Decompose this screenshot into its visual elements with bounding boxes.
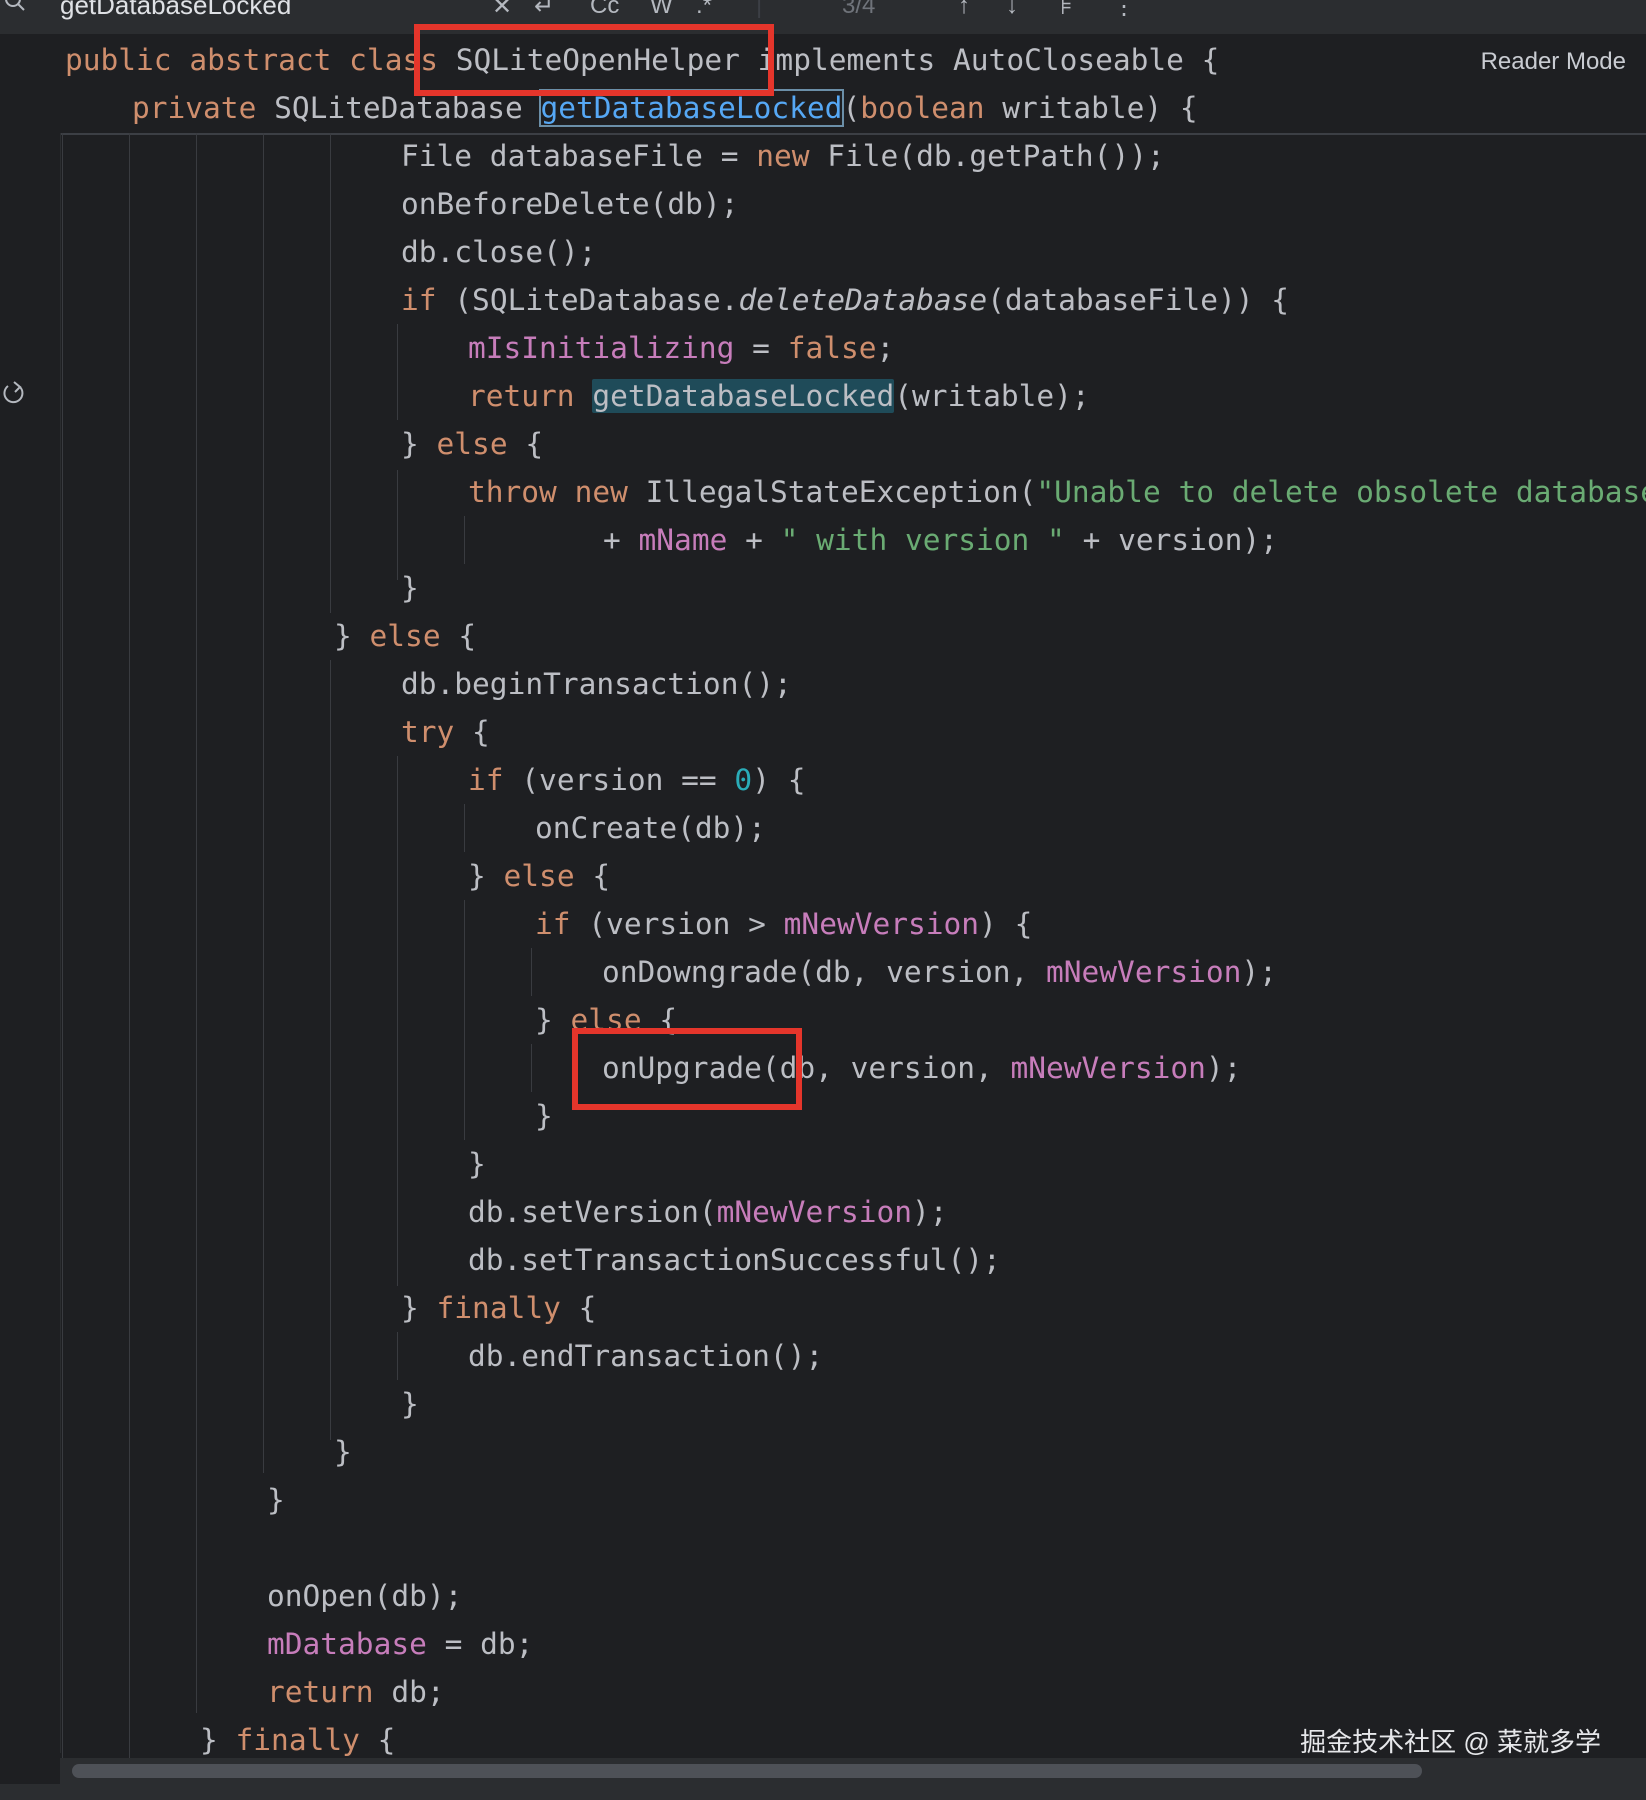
- toolbar-divider: |: [756, 0, 763, 19]
- search-input[interactable]: getDatabaseLocked: [60, 0, 291, 21]
- code-line: onBeforeDelete(db);: [401, 187, 739, 221]
- code-line: if (version == 0) {: [468, 763, 806, 797]
- code-line: db.setVersion(mNewVersion);: [468, 1195, 948, 1229]
- annotation-box-on-upgrade: [572, 1028, 802, 1110]
- method-paren: (: [842, 91, 861, 125]
- more-options-icon[interactable]: ⋮: [1112, 0, 1136, 21]
- clear-search-icon[interactable]: ✕: [492, 0, 512, 21]
- code-line: } else {: [468, 859, 611, 893]
- code-line: } finally {: [200, 1723, 396, 1757]
- code-line: return getDatabaseLocked(writable);: [468, 379, 1090, 413]
- indent-guide: [263, 133, 264, 1473]
- code-line: onDowngrade(db, version, mNewVersion);: [602, 955, 1277, 989]
- whole-word-toggle[interactable]: W: [650, 0, 673, 20]
- code-line: }: [535, 1099, 553, 1133]
- code-line: + mName + " with version " + version);: [603, 523, 1278, 557]
- indent-guide: [464, 900, 465, 1140]
- code-line: }: [401, 571, 419, 605]
- indent-guide: [531, 1044, 532, 1092]
- indent-guide: [196, 133, 197, 1713]
- indent-guide: [397, 470, 398, 580]
- search-icon[interactable]: [4, 0, 26, 12]
- filter-icon[interactable]: ⊧: [1060, 0, 1073, 21]
- indent-guide: [464, 804, 465, 852]
- code-line: }: [468, 1147, 486, 1181]
- indent-guide: [62, 133, 63, 1758]
- code-line: }: [267, 1483, 285, 1517]
- match-case-toggle[interactable]: Cc: [590, 0, 619, 20]
- next-match-icon[interactable]: ↓: [1006, 0, 1018, 20]
- code-line: db.beginTransaction();: [401, 667, 792, 701]
- indent-guide: [330, 133, 331, 613]
- reader-mode-button[interactable]: Reader Mode: [1481, 48, 1626, 76]
- scrollbar-thumb[interactable]: [72, 1764, 1422, 1778]
- code-line: db.endTransaction();: [468, 1339, 824, 1373]
- code-line: } else {: [334, 619, 477, 653]
- method-return-type: SQLiteDatabase: [256, 91, 541, 125]
- indent-guide: [464, 516, 465, 564]
- code-line: }: [401, 1387, 419, 1421]
- indent-guide: [129, 133, 130, 1758]
- param-type: boolean: [860, 91, 985, 125]
- code-line: if (SQLiteDatabase.deleteDatabase(databa…: [401, 283, 1290, 317]
- watermark: 掘金技术社区 @ 菜就多学: [1300, 1727, 1601, 1757]
- code-line: }: [334, 1435, 352, 1469]
- annotation-box-class-name: [414, 24, 774, 96]
- indent-guide: [397, 756, 398, 1286]
- code-line: return db;: [267, 1675, 445, 1709]
- code-line: } finally {: [401, 1291, 597, 1325]
- code-line: db.close();: [401, 235, 597, 269]
- editor-gutter: [0, 133, 61, 1753]
- match-count: 3/4: [842, 0, 876, 19]
- search-match-highlight[interactable]: getDatabaseLocked: [592, 379, 895, 413]
- code-line: throw new IllegalStateException("Unable …: [468, 475, 1646, 509]
- code-line: mIsInitializing = false;: [468, 331, 895, 365]
- code-line: if (version > mNewVersion) {: [535, 907, 1033, 941]
- code-line: onCreate(db);: [535, 811, 766, 845]
- new-line-icon[interactable]: ↵: [534, 0, 554, 21]
- class-suffix: implements AutoCloseable {: [739, 43, 1220, 77]
- status-strip: [0, 1784, 1646, 1800]
- indent-guide: [531, 948, 532, 996]
- code-line: try {: [401, 715, 490, 749]
- code-line: mDatabase = db;: [267, 1627, 534, 1661]
- code-line: } else {: [401, 427, 544, 461]
- recursive-call-icon[interactable]: [0, 379, 28, 407]
- method-modifier: private: [132, 91, 257, 125]
- horizontal-scrollbar[interactable]: [60, 1758, 1646, 1784]
- regex-toggle[interactable]: .*: [696, 0, 712, 20]
- method-params: writable) {: [984, 91, 1198, 125]
- previous-match-icon[interactable]: ↑: [958, 0, 970, 20]
- find-bar: getDatabaseLocked ✕ ↵ Cc W .* | 3/4 ↑ ↓ …: [0, 0, 1646, 35]
- indent-guide: [397, 1332, 398, 1380]
- indent-guide: [397, 324, 398, 420]
- code-line: onOpen(db);: [267, 1579, 463, 1613]
- method-name-highlight[interactable]: getDatabaseLocked: [538, 89, 845, 127]
- indent-guide: [330, 660, 331, 1440]
- code-line: db.setTransactionSuccessful();: [468, 1243, 1001, 1277]
- class-prefix: public abstract class: [65, 43, 456, 77]
- code-line: File databaseFile = new File(db.getPath(…: [401, 139, 1165, 173]
